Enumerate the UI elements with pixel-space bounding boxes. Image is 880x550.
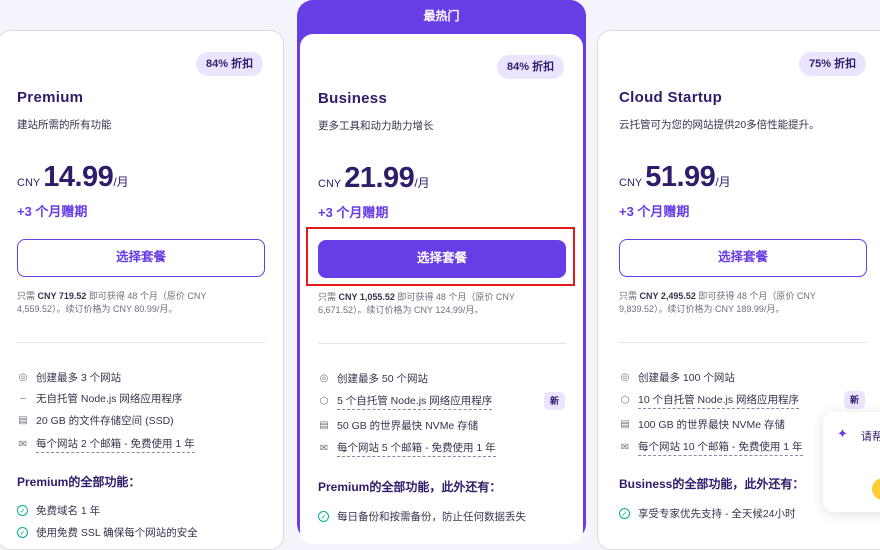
- price-amount: 51.99: [645, 161, 716, 193]
- plan-name: Cloud Startup: [619, 89, 723, 106]
- most-popular-label: 最热门: [423, 9, 460, 23]
- feature-item: ⬡ 10 个自托管 Node.js 网络应用程序: [619, 392, 800, 409]
- extra-feature: ✓ 使用免费 SSL 确保每个网站的安全: [17, 525, 198, 540]
- plan-name: Premium: [17, 89, 84, 106]
- plan-description: 更多工具和动力助力增长: [318, 120, 434, 132]
- dash-icon: –: [20, 393, 26, 404]
- price-period: /月: [414, 176, 430, 190]
- feature-item: ◎ 创建最多 50 个网站: [319, 373, 429, 385]
- bonus-months: +3 个月赠期: [619, 204, 690, 219]
- check-icon: ✓: [17, 505, 28, 516]
- billing-fine-print: 只需 CNY 719.52 即可获得 48 个月（原价 CNY 4,559.52…: [17, 291, 207, 314]
- billing-fine-print: 只需 CNY 1,055.52 即可获得 48 个月（原价 CNY 6,671.…: [318, 292, 515, 315]
- select-plan-button[interactable]: 选择套餐: [17, 239, 265, 277]
- database-icon: ▤: [319, 420, 329, 431]
- plan-name: Business: [318, 90, 388, 107]
- emoji-icon: [872, 478, 880, 500]
- check-icon: ✓: [619, 508, 630, 519]
- globe-icon: ◎: [620, 372, 630, 383]
- price-amount: 21.99: [344, 162, 415, 194]
- divider: [619, 342, 867, 343]
- price: CNY 51.99 /月: [619, 161, 731, 194]
- divider: [318, 343, 566, 344]
- discount-badge: 84% 折扣: [196, 52, 264, 76]
- globe-icon: ◎: [319, 373, 329, 384]
- section-title: Business的全部功能，此外还有：: [619, 477, 805, 491]
- extra-feature: ✓ 免费域名 1 年: [17, 503, 100, 518]
- price: CNY 21.99 /月: [318, 162, 430, 195]
- price-period: /月: [113, 175, 129, 189]
- feature-item: ✉ 每个网站 5 个邮箱 - 免费使用 1 年: [318, 440, 496, 457]
- plan-card-business: 84% 折扣 Business 更多工具和动力助力增长 CNY 21.99 /月…: [300, 34, 583, 544]
- divider: [17, 342, 265, 343]
- extra-feature: ✓ 享受专家优先支持 - 全天候24小时: [619, 506, 796, 521]
- mail-icon: ✉: [18, 439, 28, 450]
- node-icon: ⬡: [620, 395, 630, 406]
- feature-item: ⬡ 5 个自托管 Node.js 网络应用程序: [318, 393, 493, 410]
- feature-item: ▤ 100 GB 的世界最快 NVMe 存储: [620, 419, 786, 431]
- chat-widget[interactable]: ✦ 请帮: [823, 412, 880, 512]
- mail-icon: ✉: [620, 442, 630, 453]
- feature-item: ▤ 20 GB 的文件存储空间 (SSD): [18, 415, 174, 427]
- feature-item: ◎ 创建最多 3 个网站: [18, 372, 122, 384]
- check-icon: ✓: [318, 511, 329, 522]
- bonus-months: +3 个月赠期: [17, 204, 88, 219]
- discount-badge: 84% 折扣: [497, 55, 565, 79]
- price-currency: CNY: [318, 178, 342, 190]
- sparkle-icon: ✦: [837, 426, 848, 441]
- feature-item: ✉ 每个网站 10 个邮箱 - 免费使用 1 年: [619, 439, 803, 456]
- price-currency: CNY: [17, 177, 41, 189]
- price-currency: CNY: [619, 177, 643, 189]
- price-period: /月: [715, 175, 731, 189]
- discount-badge: 75% 折扣: [799, 52, 867, 76]
- feature-item: ✉ 每个网站 2 个邮箱 - 免费使用 1 年: [17, 436, 195, 453]
- select-plan-button[interactable]: 选择套餐: [619, 239, 867, 277]
- chat-prompt: 请帮: [861, 431, 880, 443]
- section-title: Premium的全部功能：: [17, 475, 141, 489]
- plan-description: 云托管可为您的网站提供20多倍性能提升。: [619, 119, 820, 131]
- price-amount: 14.99: [43, 161, 114, 193]
- extra-feature: ✓ 每日备份和按需备份，防止任何数据丢失: [318, 509, 526, 524]
- bonus-months: +3 个月赠期: [318, 205, 389, 220]
- price: CNY 14.99 /月: [17, 161, 129, 194]
- node-icon: ⬡: [319, 396, 329, 407]
- globe-icon: ◎: [18, 372, 28, 383]
- feature-item: ◎ 创建最多 100 个网站: [620, 372, 735, 384]
- plan-description: 建站所需的所有功能: [17, 119, 112, 131]
- section-title: Premium的全部功能，此外还有：: [318, 480, 502, 494]
- new-badge: 新: [844, 391, 866, 409]
- check-icon: ✓: [17, 527, 28, 538]
- new-badge: 新: [544, 392, 566, 410]
- feature-item: – 无自托管 Node.js 网络应用程序: [17, 391, 182, 406]
- database-icon: ▤: [620, 419, 630, 430]
- plan-card-premium: 84% 折扣 Premium 建站所需的所有功能 CNY 14.99 /月 +3…: [0, 30, 284, 550]
- mail-icon: ✉: [319, 443, 329, 454]
- database-icon: ▤: [18, 415, 28, 426]
- billing-fine-print: 只需 CNY 2,495.52 即可获得 48 个月（原价 CNY 9,839.…: [619, 291, 816, 314]
- selection-highlight: [306, 227, 575, 286]
- feature-item: ▤ 50 GB 的世界最快 NVMe 存储: [319, 420, 479, 432]
